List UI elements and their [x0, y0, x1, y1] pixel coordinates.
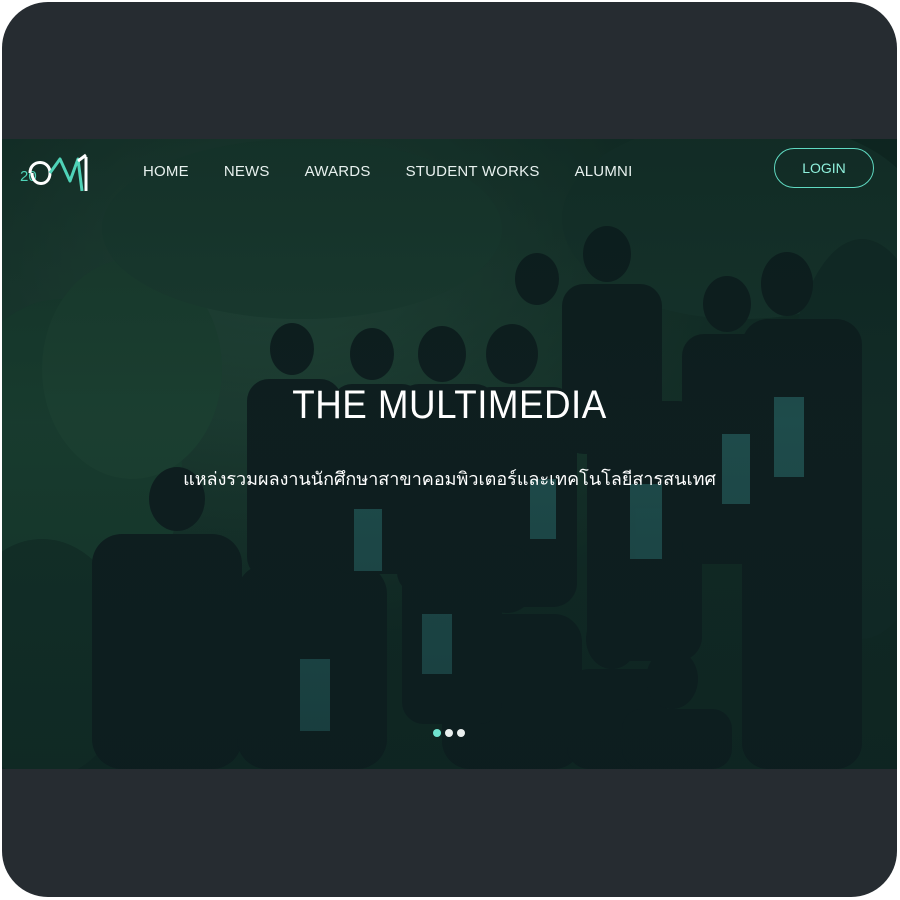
site-logo[interactable]: 20 [20, 151, 96, 195]
carousel-indicators [433, 729, 465, 737]
logo-mark-icon: 20 [20, 153, 88, 192]
logo-year-text: 20 [20, 168, 37, 185]
carousel-dot-2[interactable] [445, 729, 453, 737]
nav-student-works[interactable]: STUDENT WORKS [406, 163, 540, 180]
browser-frame: 20 HOME NEWS AWARDS STUDENT WORKS ALUMNI… [2, 2, 897, 897]
nav-news[interactable]: NEWS [224, 163, 270, 180]
nav-awards[interactable]: AWARDS [305, 163, 371, 180]
nav-alumni[interactable]: ALUMNI [575, 163, 633, 180]
top-navigation: 20 HOME NEWS AWARDS STUDENT WORKS ALUMNI… [2, 139, 897, 205]
carousel-dot-3[interactable] [457, 729, 465, 737]
hero-title: THE MULTIMEDIA [292, 383, 607, 427]
nav-links: HOME NEWS AWARDS STUDENT WORKS ALUMNI [143, 163, 667, 180]
hero-subtitle: แหล่งรวมผลงานนักศึกษาสาขาคอมพิวเตอร์และเ… [183, 469, 716, 490]
hero-dark-overlay [2, 139, 897, 769]
nav-home[interactable]: HOME [143, 163, 189, 180]
carousel-dot-1[interactable] [433, 729, 441, 737]
hero-banner: 20 HOME NEWS AWARDS STUDENT WORKS ALUMNI… [2, 139, 897, 769]
login-button[interactable]: LOGIN [774, 148, 874, 188]
